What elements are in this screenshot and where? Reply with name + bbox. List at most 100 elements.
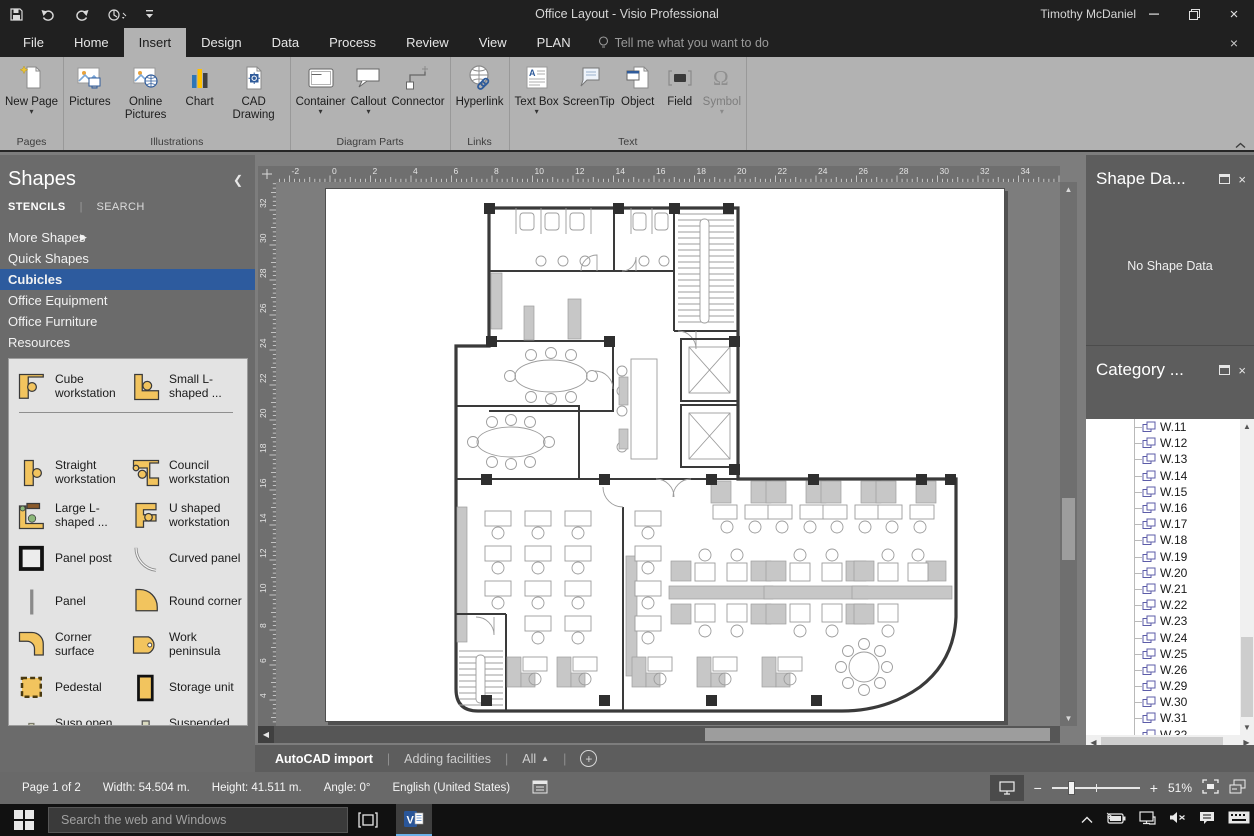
drawing-canvas[interactable] <box>276 182 1060 726</box>
category-item[interactable]: W.20 <box>1086 565 1240 581</box>
collapse-shapes-icon[interactable]: ❮ <box>233 173 243 187</box>
tab-view[interactable]: View <box>464 28 522 57</box>
redo-icon[interactable] <box>74 8 89 21</box>
category-item[interactable]: W.23 <box>1086 613 1240 629</box>
connector-button[interactable]: Connector <box>389 58 446 109</box>
shape-panel[interactable]: Panel <box>15 580 129 623</box>
category-item[interactable]: W.26 <box>1086 662 1240 678</box>
network-icon[interactable] <box>1139 811 1156 830</box>
fit-page-button[interactable] <box>1202 779 1219 797</box>
power-battery-icon[interactable] <box>1106 811 1126 829</box>
cad-drawing-button[interactable]: CAD Drawing <box>221 58 287 122</box>
shape-u-shaped-workstation[interactable]: U shaped workstation <box>129 494 243 537</box>
volume-muted-icon[interactable] <box>1169 811 1186 829</box>
callout-button[interactable]: Callout ▾ <box>347 58 389 115</box>
window-switch-icon[interactable] <box>532 780 548 797</box>
category-item[interactable]: W.22 <box>1086 597 1240 613</box>
status-height[interactable]: Height: 41.511 m. <box>212 782 302 794</box>
tab-home[interactable]: Home <box>59 28 124 57</box>
scroll-down-icon[interactable]: ▼ <box>1060 711 1077 726</box>
shape-work-peninsula[interactable]: Work peninsula <box>129 623 243 666</box>
shape-round-corner[interactable]: Round corner <box>129 580 243 623</box>
container-button[interactable]: Container ▾ <box>294 58 348 115</box>
tab-insert[interactable]: Insert <box>124 28 187 57</box>
insert-page-button[interactable]: + <box>580 750 597 767</box>
zoom-slider-thumb[interactable] <box>1068 781 1075 795</box>
new-page-button[interactable]: New Page ▾ <box>3 58 60 115</box>
shape-council-workstation[interactable]: Council workstation <box>129 451 243 494</box>
tab-file[interactable]: File <box>8 28 59 57</box>
category-item[interactable]: W.13 <box>1086 451 1240 467</box>
shape-susp-open-shelf[interactable]: Susp open shelf <box>15 709 129 726</box>
zoom-in-button[interactable]: + <box>1150 780 1158 796</box>
tell-me-box[interactable]: Tell me what you want to do <box>586 28 769 57</box>
all-pages-button[interactable]: All▲ <box>522 752 549 766</box>
shape-pedestal[interactable]: Pedestal <box>15 666 129 709</box>
zoom-slider[interactable] <box>1052 787 1140 789</box>
start-button[interactable] <box>0 804 48 836</box>
object-button[interactable]: Object <box>617 58 659 109</box>
tab-plan[interactable]: PLAN <box>522 28 586 57</box>
horizontal-scroll-thumb[interactable] <box>705 728 1050 741</box>
horizontal-scrollbar[interactable]: ◀ <box>258 726 1060 743</box>
shape-suspended-lateral-file[interactable]: Suspended lateral file <box>129 709 243 726</box>
shape-cube-workstation[interactable]: Cube workstation <box>15 365 129 408</box>
taskbar-search-input[interactable]: Search the web and Windows <box>48 807 348 833</box>
shape-storage-unit[interactable]: Storage unit <box>129 666 243 709</box>
category-item[interactable]: W.21 <box>1086 581 1240 597</box>
restore-button[interactable] <box>1174 0 1214 28</box>
status-angle[interactable]: Angle: 0° <box>324 782 371 794</box>
save-icon[interactable] <box>10 8 23 21</box>
symbol-button[interactable]: Ω Symbol ▾ <box>701 58 743 115</box>
stencil-cubicles[interactable]: Cubicles <box>0 269 255 290</box>
minimize-button[interactable] <box>1134 0 1174 28</box>
task-view-button[interactable] <box>348 804 388 836</box>
drawing-page[interactable] <box>325 188 1005 722</box>
category-item[interactable]: W.25 <box>1086 646 1240 662</box>
scroll-down-icon[interactable]: ▼ <box>1240 720 1254 735</box>
close-pane-icon[interactable]: × <box>1238 363 1246 378</box>
status-language[interactable]: English (United States) <box>393 782 511 794</box>
category-item[interactable]: W.17 <box>1086 516 1240 532</box>
category-item[interactable]: W.30 <box>1086 694 1240 710</box>
float-pane-icon[interactable] <box>1219 365 1230 375</box>
customize-qat-icon[interactable] <box>145 9 154 20</box>
field-button[interactable]: Field <box>659 58 701 109</box>
category-item[interactable]: W.18 <box>1086 532 1240 548</box>
category-item[interactable]: W.24 <box>1086 629 1240 645</box>
category-item[interactable]: W.15 <box>1086 484 1240 500</box>
close-button[interactable]: × <box>1214 0 1254 28</box>
collapse-ribbon-icon[interactable] <box>1235 136 1246 154</box>
touch-mode-icon[interactable] <box>107 7 127 21</box>
vertical-scrollbar[interactable]: ▲ ▼ <box>1060 182 1077 726</box>
status-page-number[interactable]: Page 1 of 2 <box>22 782 81 794</box>
scroll-up-icon[interactable]: ▲ <box>1240 419 1254 434</box>
category-item[interactable]: W.14 <box>1086 468 1240 484</box>
presentation-mode-button[interactable] <box>990 775 1024 801</box>
hidden-icons-chevron[interactable] <box>1081 811 1093 829</box>
visio-taskbar-button[interactable]: V <box>396 804 432 836</box>
text-box-button[interactable]: A Text Box ▾ <box>513 58 561 115</box>
vertical-scroll-thumb[interactable] <box>1062 498 1075 560</box>
hyperlink-button[interactable]: Hyperlink <box>454 58 506 109</box>
undo-icon[interactable] <box>41 8 56 21</box>
touch-keyboard-icon[interactable] <box>1228 811 1250 829</box>
switch-windows-button[interactable] <box>1229 779 1246 797</box>
stencil-office-furniture[interactable]: Office Furniture <box>0 311 255 332</box>
tab-design[interactable]: Design <box>186 28 256 57</box>
status-width[interactable]: Width: 54.504 m. <box>103 782 190 794</box>
signed-in-user[interactable]: Timothy McDaniel <box>1040 0 1136 28</box>
shape-straight-workstation[interactable]: Straight workstation <box>15 451 129 494</box>
scroll-up-icon[interactable]: ▲ <box>1060 182 1077 197</box>
action-center-icon[interactable] <box>1199 811 1215 830</box>
screentip-button[interactable]: ScreenTip <box>561 58 617 109</box>
category-item[interactable]: W.29 <box>1086 678 1240 694</box>
tab-search[interactable]: SEARCH <box>96 201 144 213</box>
pictures-button[interactable]: Pictures <box>67 58 113 109</box>
chart-button[interactable]: Chart <box>179 58 221 109</box>
close-drawing-icon[interactable]: × <box>1214 28 1254 57</box>
close-pane-icon[interactable]: × <box>1238 172 1246 187</box>
shape-corner-surface[interactable]: Corner surface <box>15 623 129 666</box>
tab-stencils[interactable]: STENCILS <box>8 201 66 213</box>
float-pane-icon[interactable] <box>1219 174 1230 184</box>
